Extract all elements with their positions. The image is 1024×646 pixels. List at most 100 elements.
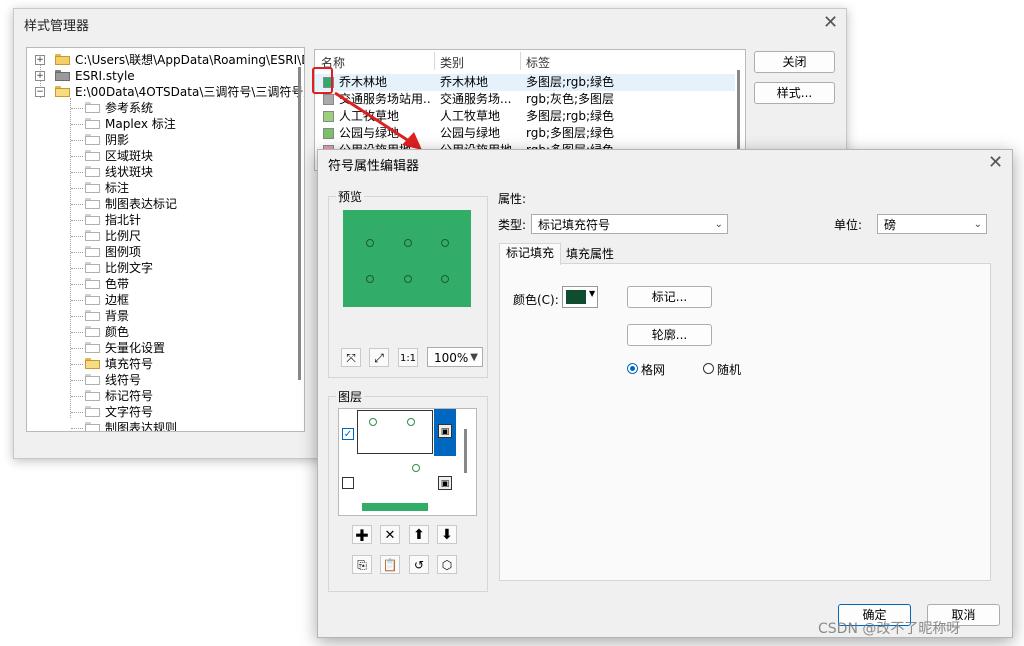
outline-button[interactable]: 轮廓... bbox=[627, 324, 712, 346]
marker-button[interactable]: 标记... bbox=[627, 286, 712, 308]
cell-category: 人工牧草地 bbox=[440, 109, 501, 123]
move-up-icon[interactable]: ⬆ bbox=[409, 525, 429, 544]
column-header-tags[interactable]: 标签 bbox=[526, 54, 550, 71]
layer-selection: ▣ bbox=[434, 409, 456, 456]
tree-vertical-scrollbar[interactable] bbox=[298, 67, 301, 380]
chevron-down-icon: ▼ bbox=[470, 352, 478, 363]
lock-icon[interactable]: ▣ bbox=[438, 424, 452, 438]
color-swatch bbox=[566, 290, 586, 304]
folder-icon bbox=[85, 214, 100, 225]
layer-item-fill[interactable]: ▣ bbox=[339, 461, 476, 513]
tree-subfolder-label: Maplex 标注 bbox=[105, 117, 176, 131]
tab-fill-properties[interactable]: 填充属性 bbox=[561, 245, 619, 263]
unit-label: 单位: bbox=[834, 218, 863, 232]
tree-subfolder-label: 制图表达规则 bbox=[105, 421, 178, 432]
add-layer-icon[interactable]: ✚ bbox=[352, 525, 372, 545]
tree-subfolder-label: 比例文字 bbox=[105, 261, 154, 275]
grid-radio[interactable] bbox=[627, 363, 638, 374]
color-picker[interactable]: ▼ bbox=[562, 286, 598, 308]
cell-category: 交通服务场... bbox=[440, 92, 512, 106]
random-label: 随机 bbox=[717, 363, 742, 377]
close-icon[interactable]: ✕ bbox=[823, 14, 838, 32]
folder-icon bbox=[85, 166, 100, 177]
zoom-full-icon[interactable]: ⤢ bbox=[369, 348, 389, 367]
cell-tags: 多图层;rgb;绿色 bbox=[526, 75, 615, 89]
folder-icon bbox=[85, 182, 100, 193]
column-header-category[interactable]: 类别 bbox=[440, 54, 464, 71]
tree-subfolder-label: 区域斑块 bbox=[105, 149, 154, 163]
reset-icon[interactable]: ↺ bbox=[409, 555, 429, 574]
folder-icon bbox=[85, 102, 100, 113]
folder-icon bbox=[85, 278, 100, 289]
tree-subfolder-label: 比例尺 bbox=[105, 229, 142, 243]
tree-subfolder-label: 线符号 bbox=[105, 373, 142, 387]
tree-subfolder-label: 矢量化设置 bbox=[105, 341, 166, 355]
symbol-preview bbox=[343, 210, 471, 307]
style-icon bbox=[55, 70, 70, 81]
layer-visible-checkbox[interactable] bbox=[342, 477, 354, 489]
folder-icon bbox=[85, 326, 100, 337]
folder-open-icon bbox=[55, 86, 70, 97]
expand-icon[interactable]: + bbox=[35, 55, 45, 65]
tree-subfolder-label: 图例项 bbox=[105, 245, 142, 259]
zoom-select[interactable]: 100% ▼ bbox=[427, 347, 483, 367]
grid-label: 格网 bbox=[641, 363, 666, 377]
zoom-to-fit-icon[interactable]: ⤧ bbox=[341, 348, 361, 367]
copy-icon[interactable]: ⎘ bbox=[352, 555, 372, 574]
tree-subfolder-label: 填充符号 bbox=[105, 357, 154, 371]
cell-tags: rgb;多图层;绿色 bbox=[526, 126, 615, 140]
tree-subfolder-label: 标记符号 bbox=[105, 389, 154, 403]
tab-marker-fill[interactable]: 标记填充 bbox=[499, 243, 561, 265]
expand-icon[interactable]: + bbox=[35, 71, 45, 81]
lock-icon[interactable]: ▣ bbox=[438, 476, 452, 490]
folder-icon bbox=[85, 406, 100, 417]
close-button[interactable]: 关闭 bbox=[754, 51, 835, 73]
folder-icon bbox=[85, 230, 100, 241]
close-icon[interactable]: ✕ bbox=[988, 154, 1003, 172]
preview-label: 预览 bbox=[336, 188, 365, 205]
actual-size-icon[interactable]: 1:1 bbox=[398, 348, 418, 367]
folder-icon bbox=[85, 310, 100, 321]
tree-subfolder-label: 阴影 bbox=[105, 133, 130, 147]
folder-icon bbox=[85, 422, 100, 431]
tree-subfolder-label: 颜色 bbox=[105, 325, 130, 339]
folder-icon bbox=[85, 246, 100, 257]
layer-visible-checkbox[interactable]: ✓ bbox=[342, 428, 354, 440]
tree-subfolder-label: 标注 bbox=[105, 181, 130, 195]
tree-subfolder-label: 文字符号 bbox=[105, 405, 154, 419]
chevron-down-icon: ▼ bbox=[589, 289, 596, 298]
tag-icon[interactable]: ⬡ bbox=[437, 555, 457, 574]
folder-icon bbox=[55, 54, 70, 65]
type-label: 类型: bbox=[498, 218, 527, 232]
tree-subfolder-label: 制图表达标记 bbox=[105, 197, 178, 211]
layer-item-marker[interactable]: ✓ ▣ bbox=[339, 409, 476, 459]
annotation-arrow bbox=[334, 91, 422, 150]
chevron-down-icon: ⌄ bbox=[973, 219, 982, 230]
layer-scrollbar[interactable] bbox=[464, 429, 467, 473]
window-title: 符号属性编辑器 bbox=[328, 159, 420, 174]
cell-tags: 多图层;rgb;绿色 bbox=[526, 109, 615, 123]
styles-button[interactable]: 样式... bbox=[754, 82, 835, 104]
layer-thumbnail bbox=[357, 410, 433, 454]
type-select[interactable]: 标记填充符号 ⌄ bbox=[531, 214, 728, 234]
style-tree[interactable]: + C:\Users\联想\AppData\Roaming\ESRI\Desl … bbox=[26, 47, 305, 432]
folder-open-icon bbox=[85, 358, 100, 369]
tab-panel bbox=[499, 263, 991, 581]
tree-subfolder-label: 边框 bbox=[105, 293, 130, 307]
collapse-icon[interactable]: − bbox=[35, 87, 45, 97]
layer-list[interactable]: ✓ ▣ ▣ bbox=[338, 408, 477, 516]
layers-label: 图层 bbox=[336, 388, 365, 405]
folder-icon bbox=[85, 150, 100, 161]
remove-layer-icon[interactable]: ✕ bbox=[380, 525, 400, 544]
paste-icon[interactable]: 📋 bbox=[380, 555, 400, 574]
properties-label: 属性: bbox=[498, 192, 527, 206]
tree-subfolder-label: 色带 bbox=[105, 277, 130, 291]
random-radio[interactable] bbox=[703, 363, 714, 374]
folder-icon bbox=[85, 198, 100, 209]
unit-select[interactable]: 磅 ⌄ bbox=[877, 214, 987, 234]
layer-fill-swatch bbox=[362, 503, 428, 511]
cell-category: 公园与绿地 bbox=[440, 126, 501, 140]
move-down-icon[interactable]: ⬇ bbox=[437, 525, 457, 544]
folder-icon bbox=[85, 118, 100, 129]
symbol-property-editor-window: 符号属性编辑器 ✕ 预览 ⤧ ⤢ 1:1 100% ▼ 图层 ✓ ▣ ▣ ✚ ✕… bbox=[317, 149, 1013, 638]
